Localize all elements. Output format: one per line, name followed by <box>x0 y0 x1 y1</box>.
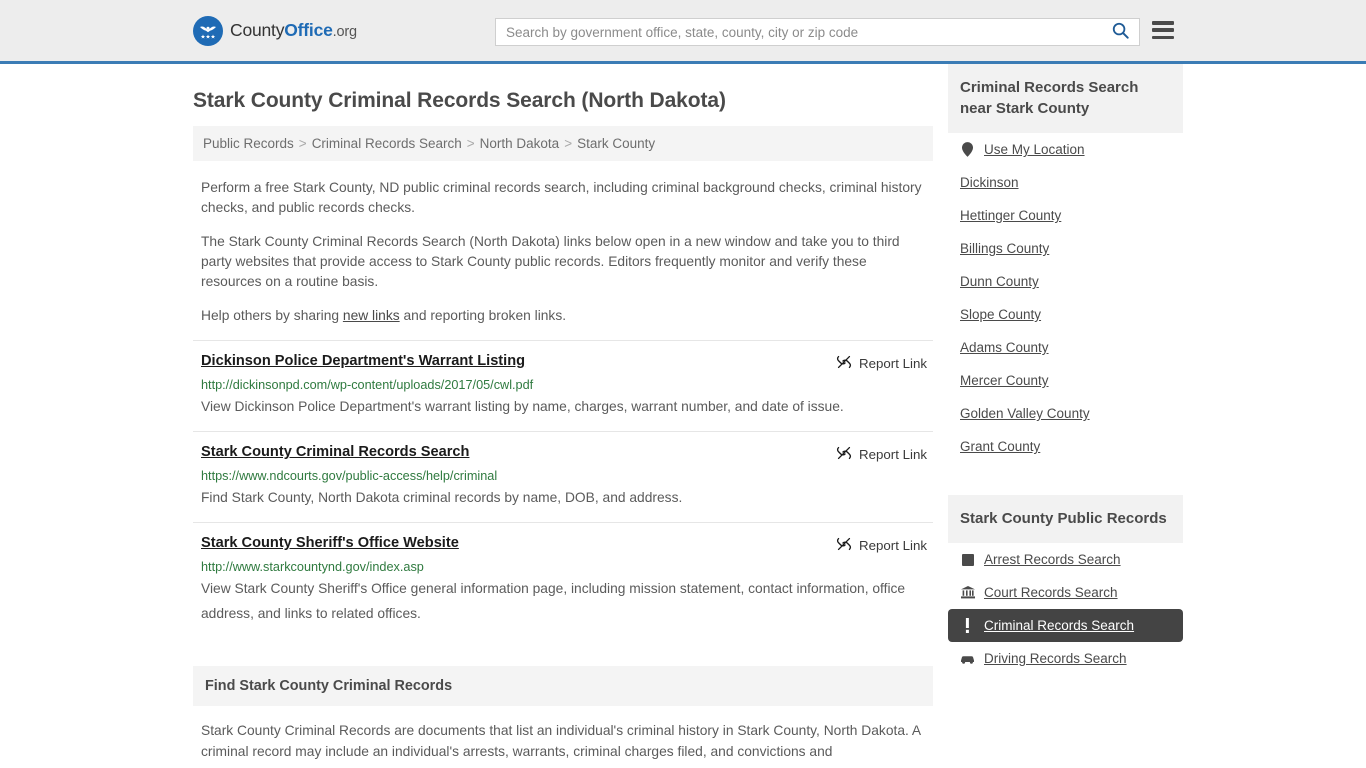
sidebar-link-label[interactable]: Dunn County <box>960 274 1039 289</box>
report-link-button[interactable]: Report Link <box>836 535 927 555</box>
find-records-heading: Find Stark County Criminal Records <box>193 666 933 706</box>
sidebar-item-driving-records-search[interactable]: Driving Records Search <box>948 642 1183 675</box>
sidebar-item-dunn-county[interactable]: Dunn County <box>948 265 1183 298</box>
logo-word-org: .org <box>332 24 357 40</box>
hamburger-menu-icon[interactable] <box>1152 21 1174 39</box>
result-url[interactable]: https://www.ndcourts.gov/public-access/h… <box>201 469 927 483</box>
sidebar-link-label[interactable]: Grant County <box>960 439 1040 454</box>
sidebar-link-label[interactable]: Driving Records Search <box>984 651 1127 666</box>
intro-paragraph-1: Perform a free Stark County, ND public c… <box>201 180 922 215</box>
result-header: Dickinson Police Department's Warrant Li… <box>201 353 927 373</box>
share-text-after: and reporting broken links. <box>399 308 567 323</box>
find-records-body: Stark County Criminal Records are docume… <box>201 723 921 759</box>
breadcrumb-item-criminal-records-search[interactable]: Criminal Records Search <box>312 136 462 151</box>
search-button[interactable] <box>1101 19 1139 45</box>
result-header: Stark County Criminal Records Search Rep… <box>201 444 927 464</box>
sidebar-link-label[interactable]: Arrest Records Search <box>984 552 1121 567</box>
sidebar-item-grant-county[interactable]: Grant County <box>948 430 1183 463</box>
site-logo[interactable]: CountyOffice.org <box>193 15 357 46</box>
sidebar-link-label[interactable]: Dickinson <box>960 175 1019 190</box>
sidebar-item-court-records-search[interactable]: Court Records Search <box>948 576 1183 609</box>
report-link-button[interactable]: Report Link <box>836 353 927 373</box>
sidebar-link-label[interactable]: Billings County <box>960 241 1049 256</box>
breadcrumb-separator: > <box>298 136 307 151</box>
courthouse-icon <box>960 585 975 600</box>
sidebar-link-label[interactable]: Criminal Records Search <box>984 618 1134 633</box>
hamburger-bar <box>1152 21 1174 25</box>
new-links-link[interactable]: new links <box>343 308 400 323</box>
sidebar-item-adams-county[interactable]: Adams County <box>948 331 1183 364</box>
breadcrumb-item-public-records[interactable]: Public Records <box>203 136 294 151</box>
result-title-link[interactable]: Stark County Criminal Records Search <box>201 444 469 460</box>
site-header: CountyOffice.org <box>0 0 1366 64</box>
sidebar-item-mercer-county[interactable]: Mercer County <box>948 364 1183 397</box>
logo-word-county: County <box>230 20 285 40</box>
result-item: Stark County Criminal Records Search Rep… <box>193 431 933 522</box>
report-link-label: Report Link <box>859 356 927 371</box>
search-icon <box>1111 21 1130 43</box>
share-text-before: Help others by sharing <box>201 308 343 323</box>
sidebar-item-use-my-location[interactable]: Use My Location <box>948 133 1183 166</box>
result-url[interactable]: http://dickinsonpd.com/wp-content/upload… <box>201 378 927 392</box>
car-icon <box>960 651 975 666</box>
sidebar-item-billings-county[interactable]: Billings County <box>948 232 1183 265</box>
sidebar-item-golden-valley-county[interactable]: Golden Valley County <box>948 397 1183 430</box>
breadcrumb-separator: > <box>466 136 475 151</box>
report-link-label: Report Link <box>859 447 927 462</box>
sidebar: Criminal Records Search near Stark Count… <box>948 64 1183 675</box>
result-title-link[interactable]: Stark County Sheriff's Office Website <box>201 535 459 551</box>
intro-paragraph-3: Help others by sharing new links and rep… <box>193 306 933 326</box>
result-title-link[interactable]: Dickinson Police Department's Warrant Li… <box>201 353 525 369</box>
map-pin-icon <box>960 142 975 157</box>
sidebar-link-label[interactable]: Use My Location <box>984 142 1085 157</box>
hamburger-bar <box>1152 35 1174 39</box>
result-description: Find Stark County, North Dakota criminal… <box>201 490 683 505</box>
logo-word-office: Office <box>284 20 333 40</box>
sidebar-link-label[interactable]: Mercer County <box>960 373 1049 388</box>
search-bar <box>495 18 1140 46</box>
intro-paragraph-2: The Stark County Criminal Records Search… <box>201 234 900 289</box>
breadcrumb-separator: > <box>564 136 573 151</box>
sidebar-link-label[interactable]: Hettinger County <box>960 208 1061 223</box>
result-description: View Stark County Sheriff's Office gener… <box>201 581 906 621</box>
breadcrumb-item-stark-county[interactable]: Stark County <box>577 136 655 151</box>
logo-wordmark: CountyOffice.org <box>230 20 357 41</box>
broken-link-icon <box>836 536 852 555</box>
report-link-label: Report Link <box>859 538 927 553</box>
page-title: Stark County Criminal Records Search (No… <box>193 89 726 112</box>
sidebar-public-records-heading: Stark County Public Records <box>948 495 1183 543</box>
report-link-button[interactable]: Report Link <box>836 444 927 464</box>
breadcrumb: Public Records > Criminal Records Search > N… <box>193 126 933 161</box>
sidebar-public-records-list: Arrest Records Search Court Records Sear… <box>948 543 1183 675</box>
eagle-stars-seal-icon <box>193 15 223 46</box>
main-content: Stark County Criminal Records Search (No… <box>193 64 933 762</box>
sidebar-link-label[interactable]: Court Records Search <box>984 585 1118 600</box>
sidebar-near-heading: Criminal Records Search near Stark Count… <box>948 64 1183 133</box>
result-description: View Dickinson Police Department's warra… <box>201 399 844 414</box>
page-body: Stark County Criminal Records Search (No… <box>0 64 1366 762</box>
exclamation-icon <box>960 618 975 633</box>
sidebar-link-label[interactable]: Slope County <box>960 307 1041 322</box>
sidebar-link-label[interactable]: Adams County <box>960 340 1049 355</box>
result-item: Dickinson Police Department's Warrant Li… <box>193 340 933 431</box>
breadcrumb-item-north-dakota[interactable]: North Dakota <box>480 136 560 151</box>
sidebar-item-criminal-records-search[interactable]: Criminal Records Search <box>948 609 1183 642</box>
result-item: Stark County Sheriff's Office Website Re… <box>193 522 933 638</box>
sidebar-item-arrest-records-search[interactable]: Arrest Records Search <box>948 543 1183 576</box>
sidebar-near-list: Use My Location Dickinson Hettinger Coun… <box>948 133 1183 463</box>
sidebar-item-slope-county[interactable]: Slope County <box>948 298 1183 331</box>
sidebar-item-hettinger-county[interactable]: Hettinger County <box>948 199 1183 232</box>
result-url[interactable]: http://www.starkcountynd.gov/index.asp <box>201 560 927 574</box>
result-header: Stark County Sheriff's Office Website Re… <box>201 535 927 555</box>
hamburger-bar <box>1152 28 1174 32</box>
search-input[interactable] <box>496 19 1101 45</box>
fingerprint-square-icon <box>960 552 975 567</box>
sidebar-link-label[interactable]: Golden Valley County <box>960 406 1090 421</box>
sidebar-item-dickinson[interactable]: Dickinson <box>948 166 1183 199</box>
broken-link-icon <box>836 354 852 373</box>
broken-link-icon <box>836 445 852 464</box>
